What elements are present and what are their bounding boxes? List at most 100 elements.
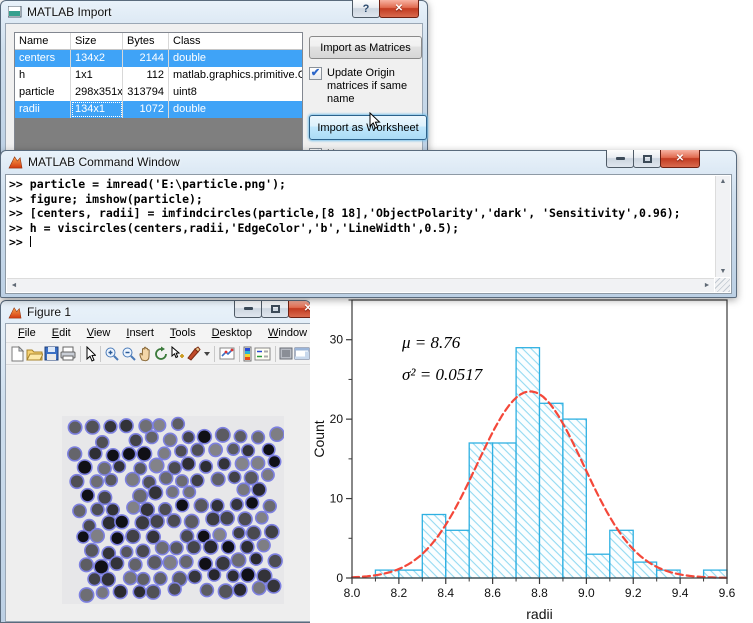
histogram-panel: 8.08.28.48.68.89.09.29.49.60102030radiiC… [310,288,753,623]
particle-image-svg [62,416,284,604]
figure-canvas [6,366,310,621]
x-tick-label: 9.2 [625,586,642,600]
table-row[interactable]: centers134x22144double [15,50,302,67]
cell-size: 134x1 [71,101,123,118]
save-figure-icon[interactable] [44,344,59,364]
histogram-bar [422,515,445,579]
histogram-bar [469,443,492,578]
x-tick-label: 9.0 [578,586,595,600]
matlab-logo-icon [8,155,23,169]
y-tick-label: 0 [336,571,343,585]
menu-view[interactable]: View [79,325,119,341]
horizontal-scrollbar[interactable]: ◄ ► [7,278,714,292]
print-figure-icon[interactable] [60,344,76,364]
new-figure-icon[interactable] [10,344,25,364]
menu-edit[interactable]: Edit [44,325,79,341]
y-tick-label: 10 [330,492,344,506]
x-tick-label: 8.6 [484,586,501,600]
figure-titlebar[interactable]: Figure 1 ✕ [1,301,310,323]
close-button[interactable]: ✕ [660,150,700,168]
cell-name: h [15,67,71,84]
x-tick-label: 8.4 [437,586,454,600]
rotate-3d-icon[interactable] [153,344,169,364]
update-origin-checkbox[interactable]: ✔ [309,67,322,80]
import-table-body: centers134x22144doubleh1x1112matlab.grap… [15,50,302,118]
cell-bytes: 112 [123,67,169,84]
resize-grip[interactable] [715,278,730,292]
import-as-worksheet-button[interactable]: Import as Worksheet [309,115,427,140]
x-tick-label: 8.2 [391,586,408,600]
maximize-button[interactable] [633,150,661,168]
import-variable-table[interactable]: Name Size Bytes Class centers134x22144do… [14,32,303,154]
maximize-button[interactable] [261,300,289,318]
scroll-down-icon[interactable]: ▼ [716,268,730,275]
menu-desktop[interactable]: Desktop [204,325,260,341]
command-line: >> figure; imshow(particle); [9,192,713,207]
y-tick-label: 20 [330,412,344,426]
figure-window: Figure 1 ✕ FileEditViewInsertToolsDeskto… [0,300,311,623]
command-line: >> particle = imread('E:\particle.png'); [9,177,713,192]
update-origin-checkbox-row: ✔ Update Origin matrices if same name [309,67,427,106]
close-button[interactable]: ✕ [288,300,311,318]
command-prompt-line[interactable]: >> [9,235,713,250]
col-header-size[interactable]: Size [71,33,123,49]
insert-legend-icon[interactable] [254,344,271,364]
histogram-bar [399,570,422,578]
scroll-up-icon[interactable]: ▲ [716,178,730,185]
hide-plot-tools-icon[interactable] [279,344,293,364]
edit-plot-arrow-icon[interactable] [84,344,96,364]
help-button[interactable]: ? [352,0,380,18]
figure-title: Figure 1 [27,305,71,319]
update-origin-checkbox-label: Update Origin matrices if same name [327,67,427,106]
cell-bytes: 2144 [123,50,169,67]
cell-size: 1x1 [71,67,123,84]
y-tick-label: 30 [330,333,344,347]
matlab-logo-icon [8,306,22,319]
brush-data-icon[interactable] [186,344,210,364]
close-button[interactable]: ✕ [379,0,419,18]
menu-window[interactable]: Window [260,325,311,341]
col-header-class[interactable]: Class [169,33,302,49]
command-window-titlebar[interactable]: MATLAB Command Window ✕ [1,151,736,173]
col-header-name[interactable]: Name [15,33,71,49]
import-dialog-title: MATLAB Import [27,5,111,19]
x-tick-label: 9.6 [719,586,736,600]
x-tick-label: 9.4 [672,586,689,600]
matlab-command-window: MATLAB Command Window ✕ >> particle = im… [0,150,737,298]
pan-hand-icon[interactable] [138,344,152,364]
insert-colorbar-icon[interactable] [243,344,253,364]
link-plot-icon[interactable] [219,344,235,364]
menu-tools[interactable]: Tools [162,325,204,341]
x-tick-label: 8.0 [344,586,361,600]
zoom-in-icon[interactable] [104,344,120,364]
minimize-button[interactable] [234,300,262,318]
minimize-button[interactable] [606,150,634,168]
vertical-scrollbar[interactable]: ▲ ▼ [715,176,730,277]
zoom-out-icon[interactable] [121,344,137,364]
command-text[interactable]: >> particle = imread('E:\particle.png');… [9,177,713,276]
import-dialog-titlebar[interactable]: MATLAB Import ? ✕ [1,1,427,23]
scroll-left-icon[interactable]: ◄ [7,282,21,289]
table-row[interactable]: radii134x11072double [15,101,302,118]
figure-window-body: FileEditViewInsertToolsDesktopWindowHelp [5,323,310,622]
histogram-bar [540,403,563,578]
cell-name: centers [15,50,71,67]
import-as-matrices-button[interactable]: Import as Matrices [309,36,422,59]
open-file-icon[interactable] [26,344,43,364]
table-row[interactable]: h1x1112matlab.graphics.primitive.Group [15,67,302,84]
scroll-right-icon[interactable]: ► [700,282,714,289]
menu-file[interactable]: File [10,325,44,341]
histogram-bar [516,348,539,578]
menu-insert[interactable]: Insert [118,325,162,341]
data-cursor-icon[interactable] [170,344,185,364]
cell-class: double [169,50,302,67]
col-header-bytes[interactable]: Bytes [123,33,169,49]
command-window-content[interactable]: >> particle = imread('E:\particle.png');… [5,174,732,294]
particle-image [62,416,284,604]
table-row[interactable]: particle298x351x3313794uint8 [15,84,302,101]
histogram-bar [586,554,609,578]
cell-bytes: 1072 [123,101,169,118]
cell-size: 298x351x3 [71,84,123,101]
show-plot-tools-icon[interactable] [294,344,310,364]
command-line: >> [centers, radii] = imfindcircles(part… [9,206,713,221]
